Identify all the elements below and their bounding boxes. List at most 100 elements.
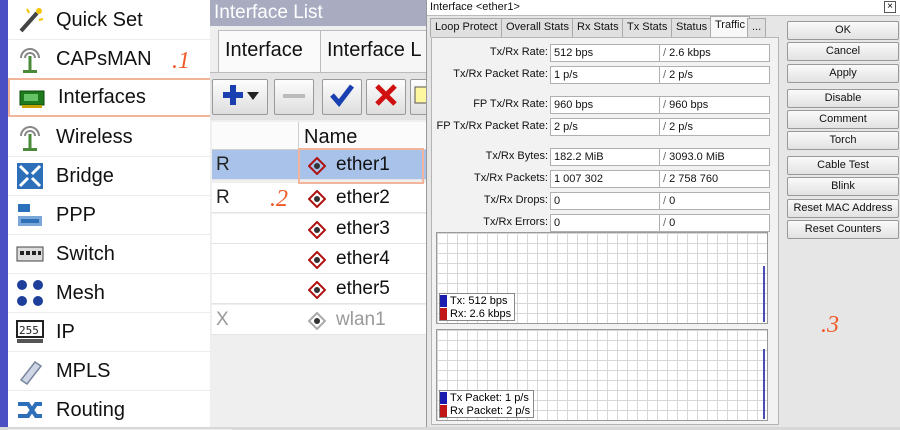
- step-marker-1: .1: [172, 48, 190, 74]
- add-button[interactable]: [212, 79, 268, 115]
- menu-label: Wireless: [56, 125, 133, 148]
- menu-label: MPLS: [56, 359, 111, 382]
- ethernet-port-icon: [307, 250, 327, 270]
- table-row[interactable]: Rether2: [212, 183, 428, 213]
- menu-item-wireless[interactable]: Wireless: [8, 118, 232, 157]
- stat-row: FP Tx/Rx Rate: 960 bps/ 960 bps: [432, 96, 780, 114]
- cancel-button[interactable]: Cancel: [787, 42, 899, 61]
- stat-value-rx: / 960 bps: [660, 96, 770, 114]
- stat-label: Tx/Rx Rate:: [489, 46, 548, 58]
- interface-name: ether1: [336, 154, 390, 175]
- menu-label: CAPsMAN: [56, 47, 152, 70]
- tx-packet-legend: Tx Packet: 1 p/s: [450, 391, 529, 404]
- stat-label: Tx/Rx Packet Rate:: [453, 68, 548, 80]
- stat-value-rx-text: 2.6 kbps: [669, 47, 711, 59]
- rx-swatch: [440, 307, 447, 320]
- stat-value-rx: / 2.6 kbps: [660, 44, 770, 62]
- reset-mac-address-button[interactable]: Reset MAC Address: [787, 199, 899, 218]
- row-flag: X: [216, 309, 229, 330]
- table-row[interactable]: ether4: [212, 244, 428, 274]
- menu-label: Switch: [56, 242, 115, 265]
- mpls-icon: [12, 354, 48, 388]
- interface-dialog: Interface <ether1> × Loop Protect Overal…: [426, 0, 900, 427]
- menu-label: IP: [56, 320, 75, 343]
- tab-interface-list[interactable]: Interface L: [320, 30, 428, 72]
- interface-list-window: Interface List Interface Interface L Nam…: [210, 0, 434, 427]
- stat-value-rx: / 3093.0 MiB: [660, 148, 770, 166]
- menu-item-ip[interactable]: 255 IP: [8, 313, 232, 352]
- cable-test-button[interactable]: Cable Test: [787, 156, 899, 175]
- remove-button[interactable]: [274, 79, 314, 115]
- menu-item-bridge[interactable]: Bridge: [8, 157, 232, 196]
- tab-more[interactable]: ...: [747, 18, 767, 37]
- tab-interface[interactable]: Interface: [218, 30, 322, 72]
- tab-traffic[interactable]: Traffic: [710, 16, 750, 37]
- table-row[interactable]: ether5: [212, 274, 428, 304]
- menu-item-quick-set[interactable]: Quick Set: [8, 1, 232, 40]
- comment-button[interactable]: Comment: [787, 110, 899, 129]
- step-marker-2: .2: [270, 186, 288, 212]
- menu-item-switch[interactable]: Switch: [8, 235, 232, 274]
- svg-text:255: 255: [19, 324, 39, 337]
- menu-item-interfaces[interactable]: Interfaces: [8, 78, 232, 117]
- menu-item-mpls[interactable]: MPLS: [8, 352, 232, 391]
- ok-button[interactable]: OK: [787, 21, 899, 40]
- table-row[interactable]: ether3: [212, 214, 428, 244]
- menu-label: Bridge: [56, 164, 114, 187]
- stat-label: Tx/Rx Packets:: [474, 172, 548, 184]
- menu-item-capsman[interactable]: CAPsMAN: [8, 40, 232, 79]
- tx-rate-legend: Tx: 512 bps: [450, 294, 508, 307]
- stat-value-rx: / 2 758 760: [660, 170, 770, 188]
- reset-counters-button[interactable]: Reset Counters: [787, 220, 899, 239]
- window-title: Interface List: [210, 0, 428, 26]
- stat-label: Tx/Rx Errors:: [483, 216, 548, 228]
- disable-button[interactable]: [366, 79, 406, 115]
- tab-status[interactable]: Status: [671, 18, 713, 37]
- disable-button[interactable]: Disable: [787, 89, 899, 108]
- stat-row: Tx/Rx Packets: 1 007 302/ 2 758 760: [432, 170, 780, 188]
- dialog-title: Interface <ether1>: [427, 0, 900, 16]
- apply-button[interactable]: Apply: [787, 64, 899, 83]
- ethernet-port-icon: [307, 311, 327, 331]
- stat-value-rx-text: 3093.0 MiB: [669, 151, 725, 163]
- tab-rx-stats[interactable]: Rx Stats: [572, 18, 624, 37]
- stat-value-rx-text: 2 p/s: [669, 121, 693, 133]
- row-flag: R: [216, 187, 230, 208]
- column-name[interactable]: Name: [304, 126, 357, 149]
- table-header: Name: [212, 122, 428, 150]
- ethernet-port-icon: [307, 189, 327, 209]
- stat-label: Tx/Rx Drops:: [483, 194, 548, 206]
- toolbar: [210, 72, 434, 120]
- blink-button[interactable]: Blink: [787, 177, 899, 196]
- stat-row: Tx/Rx Bytes: 182.2 MiB/ 3093.0 MiB: [432, 148, 780, 166]
- stat-value-tx: 0: [550, 214, 660, 232]
- menu-label: Quick Set: [56, 8, 143, 31]
- ethernet-port-icon: [307, 156, 327, 176]
- wireless-antenna-icon: [12, 120, 48, 154]
- stat-label: FP Tx/Rx Rate:: [473, 98, 548, 110]
- mesh-icon: [12, 276, 48, 310]
- menu-label: PPP: [56, 203, 97, 226]
- switch-icon: [12, 237, 48, 271]
- tab-tx-stats[interactable]: Tx Stats: [622, 18, 673, 37]
- stat-value-rx-text: 960 bps: [669, 99, 709, 111]
- torch-button[interactable]: Torch: [787, 131, 899, 150]
- graph-bar: [763, 349, 765, 419]
- menu-item-mesh[interactable]: Mesh: [8, 274, 232, 313]
- interface-name: ether5: [336, 278, 390, 299]
- stat-value-tx: 2 p/s: [550, 118, 660, 136]
- tab-overall-stats[interactable]: Overall Stats: [501, 18, 574, 37]
- enable-button[interactable]: [322, 79, 362, 115]
- tab-loop-protect[interactable]: Loop Protect: [430, 18, 503, 37]
- interface-name: ether2: [336, 187, 390, 208]
- stat-value-tx: 1 p/s: [550, 66, 660, 84]
- menu-item-ppp[interactable]: PPP: [8, 196, 232, 235]
- stat-value-rx: / 2 p/s: [660, 66, 770, 84]
- close-icon[interactable]: ×: [884, 1, 896, 13]
- table-row[interactable]: Rether1: [212, 150, 428, 180]
- interface-name: ether3: [336, 218, 390, 239]
- stat-value-rx-text: 0: [669, 195, 676, 207]
- menu-item-routing[interactable]: Routing: [8, 391, 232, 430]
- table-row[interactable]: Xwlan1: [212, 305, 428, 335]
- stat-value-tx: 0: [550, 192, 660, 210]
